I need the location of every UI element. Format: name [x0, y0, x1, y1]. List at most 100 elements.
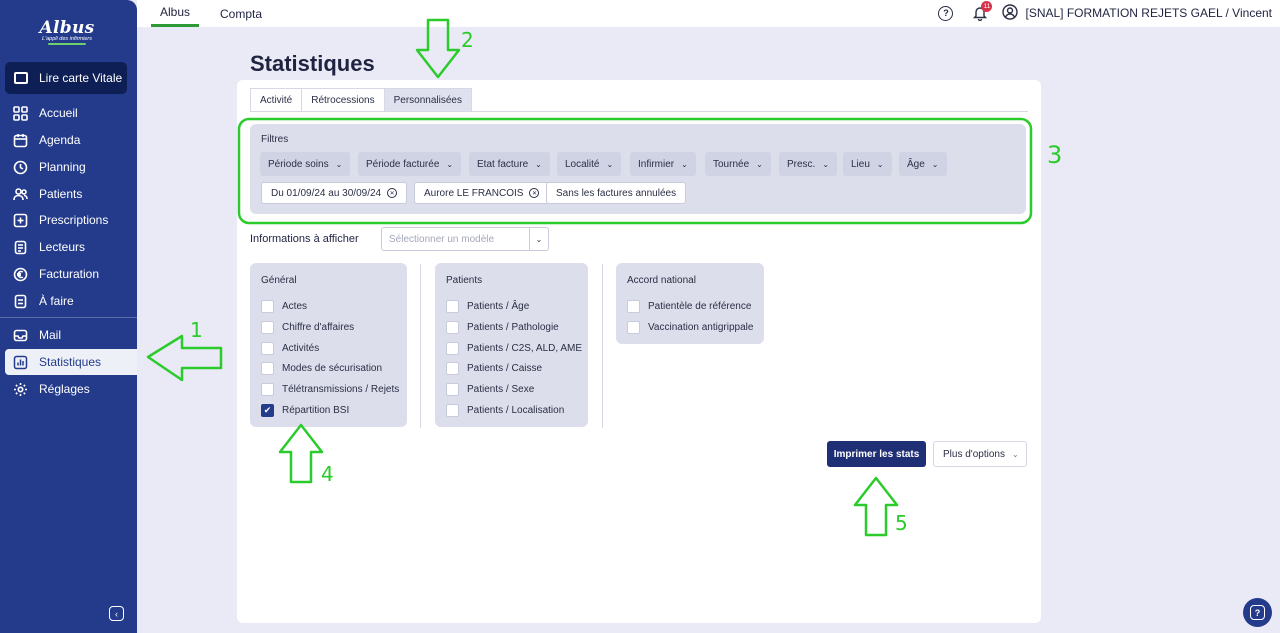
option-label: Chiffre d'affaires — [282, 321, 355, 333]
group-title: Accord national — [627, 275, 696, 286]
filter-infirmier[interactable]: Infirmier ⌄ — [630, 152, 696, 176]
option-teletransmissions[interactable]: Télétransmissions / Rejets — [261, 382, 399, 396]
sidebar-item-statistiques[interactable]: Statistiques — [5, 349, 137, 375]
sidebar-item-a-faire[interactable]: À faire — [5, 288, 137, 314]
reader-icon — [13, 240, 28, 255]
sidebar-item-label: Réglages — [39, 382, 90, 396]
filter-tournee[interactable]: Tournée ⌄ — [705, 152, 771, 176]
filter-label: Localité — [565, 158, 600, 170]
filter-localite[interactable]: Localité ⌄ — [557, 152, 622, 176]
option-chiffre-affaires[interactable]: Chiffre d'affaires — [261, 320, 354, 334]
option-actes[interactable]: Actes — [261, 299, 307, 313]
filter-lieu[interactable]: Lieu ⌄ — [843, 152, 892, 176]
filters-panel: Filtres Période soins ⌄ Période facturée ⌄… — [250, 124, 1026, 214]
sidebar-divider — [0, 317, 137, 318]
tab-personnalisees[interactable]: Personnalisées — [383, 88, 472, 112]
checkbox[interactable] — [261, 341, 274, 355]
checkbox[interactable] — [261, 361, 274, 375]
collapse-sidebar-icon[interactable]: ‹ — [109, 606, 124, 621]
checkbox[interactable] — [261, 382, 274, 396]
checkbox[interactable] — [446, 382, 459, 396]
filter-presc[interactable]: Presc. ⌄ — [779, 152, 838, 176]
logo-tagline: L'appli des infirmiers — [42, 36, 92, 42]
option-patients-age[interactable]: Patients / Âge — [446, 299, 529, 313]
filter-chip-date[interactable]: Du 01/09/24 au 30/09/24 ✕ — [261, 182, 408, 204]
top-right-area: ? 11 [SNAL] FORMATION REJETS GAEL / Vinc… — [938, 1, 1272, 23]
option-patientele-reference[interactable]: Patientèle de référence — [627, 299, 751, 313]
chevron-down-icon: ⌄ — [876, 159, 884, 169]
filter-periode-facturee[interactable]: Période facturée ⌄ — [358, 152, 462, 176]
sidebar-item-reglages[interactable]: Réglages — [5, 376, 137, 402]
filter-chip-no-cancelled[interactable]: Sans les factures annulées — [546, 182, 687, 204]
filter-chip-nurse[interactable]: Aurore LE FRANCOIS ✕ — [414, 182, 550, 204]
notifications-button[interactable]: 11 — [972, 1, 993, 22]
option-patients-localisation[interactable]: Patients / Localisation — [446, 403, 564, 417]
chevron-down-icon[interactable]: ⌄ — [529, 228, 548, 250]
close-icon[interactable]: ✕ — [387, 188, 398, 198]
help-chat-button[interactable]: ? — [1243, 598, 1272, 627]
checkbox[interactable] — [446, 320, 459, 334]
users-icon — [13, 187, 28, 202]
filter-etat-facture[interactable]: Etat facture ⌄ — [469, 152, 550, 176]
tab-activite[interactable]: Activité — [250, 88, 302, 112]
user-name[interactable]: [SNAL] FORMATION REJETS GAEL / Vincent — [1025, 6, 1272, 20]
option-label: Patients / Âge — [467, 300, 530, 312]
clock-icon — [13, 160, 28, 175]
checkbox[interactable] — [261, 320, 274, 334]
filters-title: Filtres — [261, 134, 289, 145]
checkbox[interactable] — [446, 299, 459, 313]
sidebar-item-prescriptions[interactable]: Prescriptions — [5, 207, 137, 233]
help-icon[interactable]: ? — [938, 5, 954, 21]
checkbox[interactable] — [446, 403, 459, 417]
read-vitale-card-button[interactable]: Lire carte Vitale — [5, 62, 127, 94]
close-icon[interactable]: ✕ — [529, 188, 540, 198]
chevron-down-icon: ⌄ — [446, 159, 454, 169]
model-select[interactable]: Sélectionner un modèle ⌄ — [381, 227, 549, 251]
chevron-down-icon: ⌄ — [931, 159, 939, 169]
sidebar-item-mail[interactable]: Mail — [5, 322, 137, 348]
prescription-icon — [13, 213, 28, 228]
checkbox[interactable] — [261, 299, 274, 313]
option-patients-sexe[interactable]: Patients / Sexe — [446, 382, 534, 396]
stats-tabs: Activité Rétrocessions Personnalisées — [250, 88, 472, 112]
group-title: Patients — [446, 275, 483, 286]
card-reader-icon — [14, 72, 28, 84]
filter-label: Tournée — [713, 158, 750, 170]
filter-periode-soins[interactable]: Période soins ⌄ — [260, 152, 351, 176]
mail-icon — [13, 328, 28, 343]
tab-compta[interactable]: Compta — [220, 0, 262, 27]
option-patients-c2s[interactable]: Patients / C2S, ALD, AME — [446, 341, 582, 355]
option-patients-caisse[interactable]: Patients / Caisse — [446, 361, 542, 375]
chip-label: Aurore LE FRANCOIS — [424, 187, 524, 199]
checkbox-checked[interactable]: ✔ — [261, 403, 274, 417]
checkbox[interactable] — [627, 320, 640, 334]
stats-icon — [13, 355, 28, 370]
albus-logo[interactable]: Albus L'appli des infirmiers — [34, 18, 100, 45]
page-title: Statistiques — [250, 51, 375, 76]
sidebar-item-label: Facturation — [39, 267, 100, 281]
info-label: Informations à afficher — [250, 233, 359, 245]
option-activites[interactable]: Activités — [261, 341, 319, 355]
sidebar-item-facturation[interactable]: Facturation — [5, 261, 137, 287]
more-options-button[interactable]: Plus d'options ⌄ — [933, 441, 1027, 467]
more-options-label: Plus d'options — [943, 448, 1005, 460]
sidebar-item-planning[interactable]: Planning — [5, 154, 137, 180]
sidebar-item-lecteurs[interactable]: Lecteurs — [5, 234, 137, 260]
option-label: Télétransmissions / Rejets — [282, 383, 400, 395]
sidebar-item-agenda[interactable]: Agenda — [5, 127, 137, 153]
tab-albus[interactable]: Albus — [151, 0, 200, 27]
option-vaccination[interactable]: Vaccination antigrippale — [627, 320, 753, 334]
sidebar-item-accueil[interactable]: Accueil — [5, 100, 137, 126]
option-modes-securisation[interactable]: Modes de sécurisation — [261, 361, 382, 375]
checkbox[interactable] — [446, 341, 459, 355]
sidebar-item-patients[interactable]: Patients — [5, 181, 137, 207]
user-menu[interactable] — [1002, 3, 1019, 23]
option-patients-pathologie[interactable]: Patients / Pathologie — [446, 320, 559, 334]
print-stats-button[interactable]: Imprimer les stats — [827, 441, 926, 467]
checkbox[interactable] — [446, 361, 459, 375]
group-divider — [602, 264, 603, 428]
checkbox[interactable] — [627, 299, 640, 313]
tab-retrocessions[interactable]: Rétrocessions — [301, 88, 384, 112]
option-repartition-bsi[interactable]: ✔ Répartition BSI — [261, 403, 349, 417]
filter-age[interactable]: Âge ⌄ — [899, 152, 947, 176]
